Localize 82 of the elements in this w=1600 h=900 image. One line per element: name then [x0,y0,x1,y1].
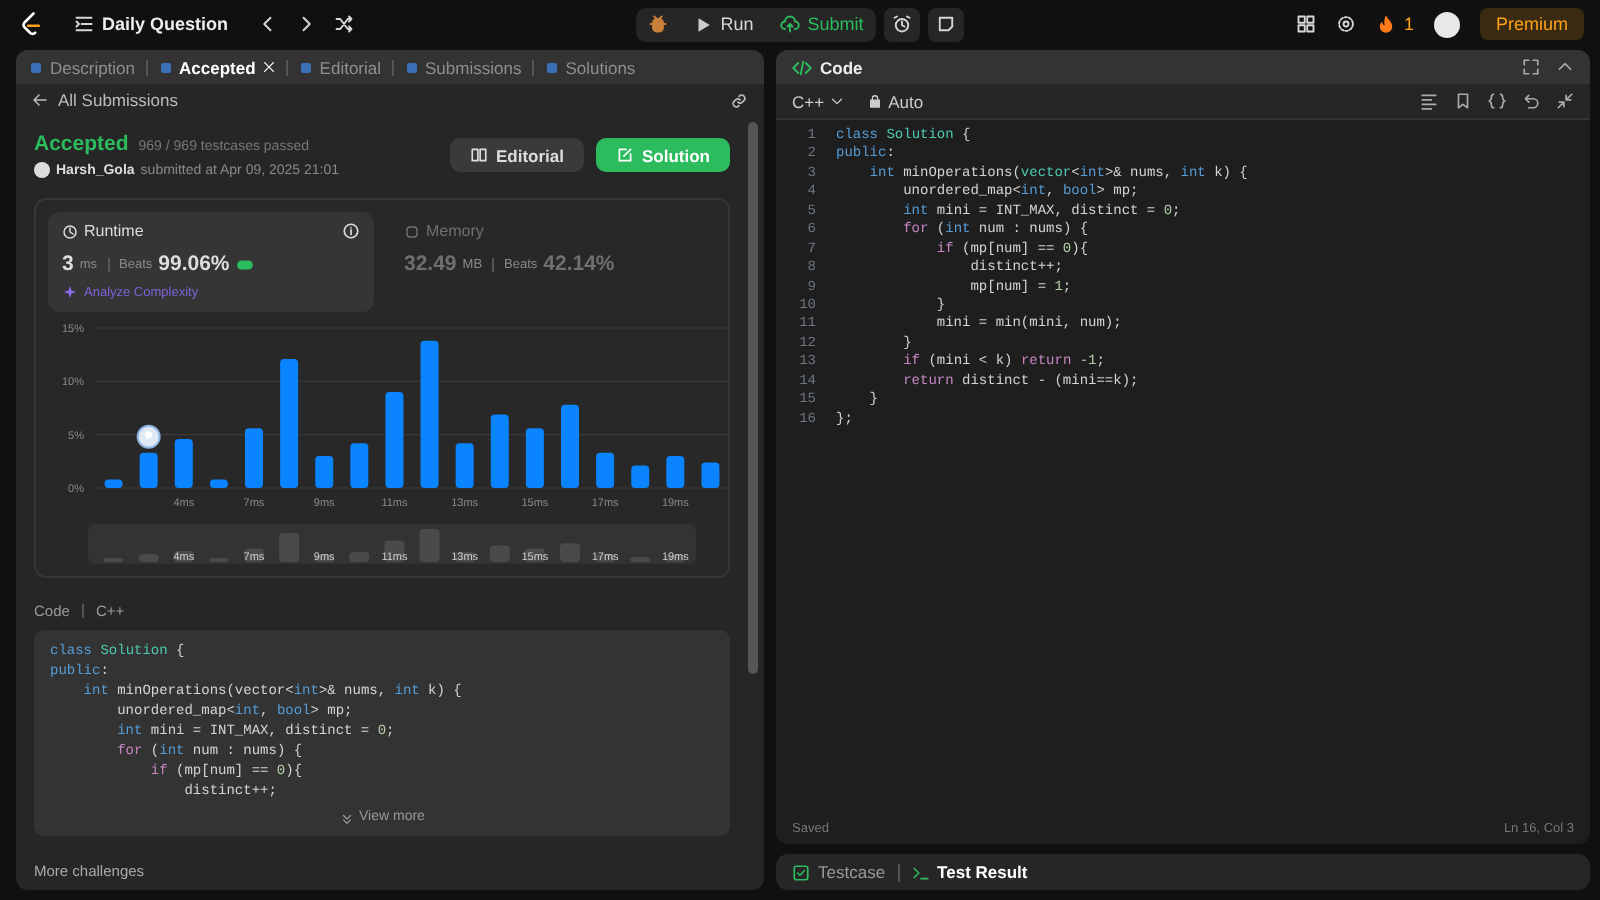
problem-list-button[interactable]: Daily Question [62,7,241,41]
bar[interactable] [139,452,158,488]
bookmark-icon[interactable] [1454,92,1472,110]
book-icon [469,146,488,164]
grid-icon[interactable] [1295,14,1316,34]
user-avatar [34,162,50,178]
edit-icon [616,146,634,164]
flame-icon [1375,14,1396,34]
mode-selector[interactable]: Auto [868,91,924,111]
panel-title: Code [820,57,863,77]
beats-percent: 99.06% [158,252,230,276]
submit-button[interactable]: Submit [767,7,876,41]
logo-icon [16,10,44,38]
back-link[interactable]: All Submissions [32,90,178,110]
tab[interactable]: Test Result [911,862,1028,882]
clock-icon [62,223,78,239]
alarm-button[interactable] [883,7,920,41]
shuffle-icon[interactable] [334,14,355,34]
list-icon [74,14,94,34]
bar[interactable] [209,479,228,488]
notes-button[interactable] [927,7,964,41]
tab-icon [543,59,560,75]
tab-icon [28,59,44,75]
bar[interactable] [104,479,123,488]
stat-label: Runtime [84,222,144,240]
info-icon[interactable] [342,222,360,240]
language-dropdown[interactable]: C++ [792,91,845,111]
badge-icon [235,255,254,273]
bar[interactable] [596,452,615,488]
tab[interactable]: Solutions [541,57,638,77]
tab-icon [403,59,420,75]
cloud-upload-icon [779,14,800,34]
tab[interactable]: Editorial [295,57,384,77]
close-icon[interactable] [261,60,276,74]
undo-icon[interactable] [1522,92,1540,110]
bar[interactable] [666,456,685,488]
code-icon [792,57,812,77]
tab[interactable]: Testcase [792,862,886,882]
tab[interactable]: Description [26,57,138,77]
bar[interactable] [350,443,369,488]
stat-label: Memory [426,222,484,240]
bar[interactable] [455,443,474,488]
terminal-icon [911,863,930,881]
collapse-icon[interactable] [1556,92,1574,110]
avatar[interactable] [1433,11,1460,37]
maximize-icon[interactable] [1522,58,1540,76]
alarm-clock-icon [891,14,912,34]
bar[interactable] [525,428,544,488]
caret-icon [830,94,845,108]
lock-icon [868,94,883,108]
tab-icon [157,59,174,75]
chevrons-down-icon [339,811,354,825]
settings-icon[interactable] [1335,14,1356,34]
braces-icon[interactable] [1488,92,1506,110]
sparkle-icon [62,284,78,300]
link-icon[interactable] [730,91,748,109]
bar[interactable] [701,462,720,488]
arrow-left-icon [32,92,48,108]
premium-button[interactable]: Premium [1479,8,1584,40]
play-icon [694,15,713,33]
memory-chip-icon [404,223,420,239]
note-icon [935,14,956,34]
checkbox-icon [792,863,810,881]
beats-percent: 42.14% [543,252,615,276]
bar[interactable] [631,465,650,488]
bug-icon [648,14,669,34]
bar[interactable] [490,414,509,488]
bar[interactable] [315,456,334,488]
bar[interactable] [280,358,299,488]
bar[interactable] [174,438,193,488]
chevron-up-icon[interactable] [1556,58,1574,76]
tab[interactable]: Accepted [155,57,278,77]
format-icon[interactable] [1420,92,1438,110]
status-label: Accepted [34,132,129,156]
editorial-button[interactable]: Editorial [449,138,584,172]
stat-value: 32.49 [404,252,457,276]
scrollbar[interactable] [748,122,758,674]
stat-value: 3 [62,252,74,276]
streak-button[interactable]: 1 [1375,7,1414,41]
run-button[interactable]: Run [682,7,766,41]
tab-icon [297,59,314,75]
tab[interactable]: Submissions [401,57,524,77]
